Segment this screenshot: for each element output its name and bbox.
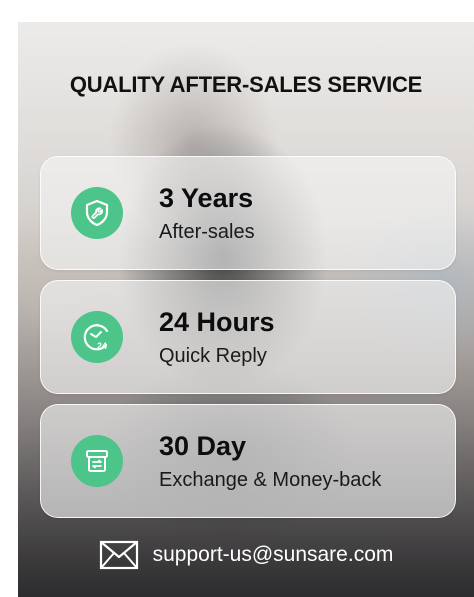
feature-heading: 3 Years	[159, 183, 254, 213]
service-banner-frame: QUALITY AFTER-SALES SERVICE 3 Years Afte…	[0, 0, 474, 597]
banner-title: QUALITY AFTER-SALES SERVICE	[69, 72, 423, 97]
feature-card-quick-reply: 24 24 Hours Quick Reply	[40, 280, 456, 394]
feature-heading: 30 Day	[159, 431, 247, 461]
mail-icon	[99, 540, 138, 570]
feature-icon-badge: 24	[71, 311, 123, 363]
exchange-box-icon	[86, 450, 108, 472]
feature-subtitle: Exchange & Money-back	[159, 469, 382, 491]
shield-wrench-icon	[85, 199, 109, 227]
clock-24-icon: 24	[83, 323, 109, 351]
support-email-link[interactable]: support-us@sunsare.com	[153, 543, 394, 567]
clock-24-label: 24	[97, 341, 107, 351]
contact-row: support-us@sunsare.com	[18, 540, 474, 570]
feature-icon-badge	[71, 187, 123, 239]
service-banner: QUALITY AFTER-SALES SERVICE 3 Years Afte…	[18, 22, 474, 597]
feature-heading: 24 Hours	[159, 307, 275, 337]
feature-subtitle: Quick Reply	[159, 345, 267, 367]
feature-card-exchange: 30 Day Exchange & Money-back	[40, 404, 456, 518]
feature-card-after-sales: 3 Years After-sales	[40, 156, 456, 270]
feature-subtitle: After-sales	[159, 221, 255, 243]
feature-icon-badge	[71, 435, 123, 487]
